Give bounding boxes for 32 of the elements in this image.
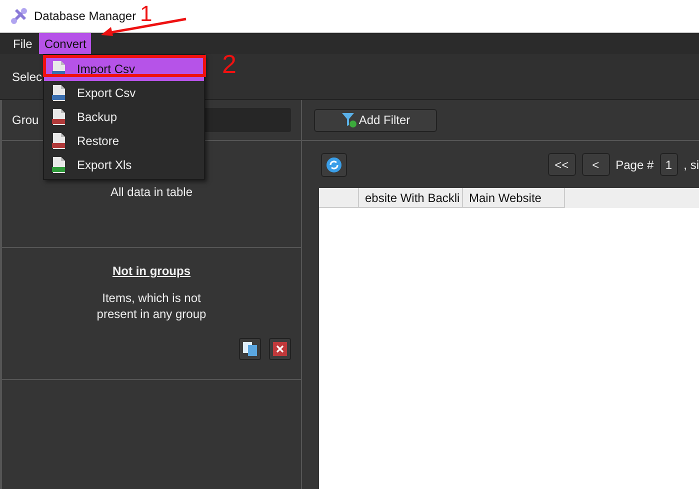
page-size-label: , si <box>684 158 699 172</box>
column-header[interactable]: Main Website <box>463 188 565 208</box>
window-title: Database Manager <box>34 9 136 23</box>
annotation-number: 1 <box>140 3 152 25</box>
refresh-button[interactable] <box>321 152 347 176</box>
tools-icon <box>10 7 28 25</box>
menu-item[interactable]: Export Xls <box>44 153 204 177</box>
copy-button[interactable] <box>239 338 261 360</box>
group-description: Items, which is not present in any group <box>96 290 208 322</box>
file-icon <box>52 85 65 101</box>
menu-item[interactable]: File <box>8 33 38 54</box>
group-title[interactable]: Not in groups <box>112 264 190 278</box>
first-page-button[interactable]: << <box>548 153 576 176</box>
menu-item[interactable]: Export Csv <box>44 81 204 105</box>
group-label: Grou <box>12 113 39 127</box>
column-header[interactable]: ebsite With Backli <box>359 188 463 208</box>
delete-button[interactable] <box>269 338 291 360</box>
page-number-field[interactable]: 1 <box>660 153 678 176</box>
file-icon <box>52 133 65 149</box>
file-icon <box>52 109 65 125</box>
previous-page-button[interactable]: < <box>582 153 610 176</box>
page-label: Page # <box>616 158 654 172</box>
toolbar-label: Selec <box>12 70 42 84</box>
menu-item[interactable]: Convert <box>39 33 92 54</box>
annotation-number: 2 <box>222 51 236 77</box>
add-filter-button[interactable]: Add Filter <box>314 108 437 132</box>
menu-item[interactable]: Restore <box>44 129 204 153</box>
refresh-icon <box>326 156 342 172</box>
filter-icon <box>340 112 357 128</box>
menu-item[interactable]: Backup <box>44 105 204 129</box>
file-icon <box>52 157 65 173</box>
group-description: All data in table <box>109 184 194 200</box>
